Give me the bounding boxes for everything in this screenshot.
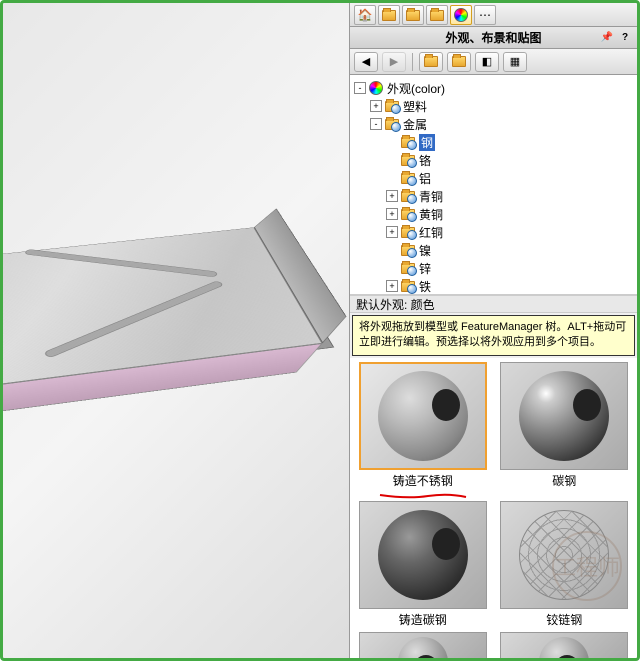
tree-plastic[interactable]: + 塑料 [352, 97, 635, 115]
expand-icon[interactable]: + [386, 190, 398, 202]
expand-icon[interactable]: + [386, 226, 398, 238]
panel-title: 外观、布景和贴图 [445, 29, 541, 46]
cad-model [3, 224, 349, 492]
folder-icon [401, 155, 415, 166]
swatch-carbon-steel[interactable]: 碳钢 [496, 362, 634, 497]
tab-config-icon[interactable] [426, 5, 448, 25]
tree-root-label: 外观(color) [387, 80, 445, 97]
tree-chrome[interactable]: 铬 [352, 151, 635, 169]
swatch-chain-steel[interactable]: 铰链钢 [496, 501, 634, 628]
tree-selected-label: 钢 [419, 134, 435, 151]
collapse-icon[interactable]: - [354, 82, 366, 94]
tab-home-icon[interactable]: 🏠 [354, 5, 376, 25]
swatch-grid: 铸造不锈钢 碳钢 铸造碳钢 铰链钢 [350, 358, 637, 658]
tab-appearance-icon[interactable] [450, 5, 472, 25]
appearance-panel: 🏠 ⋯ 外观、布景和贴图 📌 ? ◀ ▶ ◧ ▦ - 外观(color) + 塑… [349, 3, 637, 658]
folder-icon [401, 191, 415, 202]
drag-hint-tooltip: 将外观拖放到模型或 FeatureManager 树。ALT+拖动可立即进行编辑… [352, 315, 635, 356]
folder-icon [401, 137, 415, 148]
panel-tab-bar: 🏠 ⋯ [350, 3, 637, 27]
collapse-icon[interactable]: - [370, 118, 382, 130]
folder-icon [401, 209, 415, 220]
tree-copper[interactable]: + 红铜 [352, 223, 635, 241]
pin-icon[interactable]: 📌 [599, 31, 615, 45]
material-preview-icon [398, 637, 448, 658]
tab-history-icon[interactable] [402, 5, 424, 25]
nav-back-button[interactable]: ◀ [354, 52, 378, 72]
appearance-tree[interactable]: - 外观(color) + 塑料 - 金属 钢 铬 铝 [350, 75, 637, 295]
tree-nickel[interactable]: 镍 [352, 241, 635, 259]
swatch-cast-stainless[interactable]: 铸造不锈钢 [354, 362, 492, 497]
model-viewport[interactable] [3, 3, 349, 658]
folder-icon [401, 173, 415, 184]
tree-iron[interactable]: + 铁 [352, 277, 635, 295]
material-preview-icon [378, 510, 468, 600]
folder-icon [401, 227, 415, 238]
material-preview-icon [519, 371, 609, 461]
material-preview-icon [378, 371, 468, 461]
nav-fwd-button[interactable]: ▶ [382, 52, 406, 72]
tree-aluminum[interactable]: 铝 [352, 169, 635, 187]
folder-icon [385, 119, 399, 130]
default-appearance-section: 默认外观: 颜色 [350, 295, 637, 313]
expand-icon[interactable]: + [370, 100, 382, 112]
folder-icon [401, 245, 415, 256]
tree-steel[interactable]: 钢 [352, 133, 635, 151]
expand-icon[interactable]: + [386, 280, 398, 292]
material-preview-icon [519, 510, 609, 600]
view-icon[interactable] [419, 52, 443, 72]
help-icon[interactable]: ? [617, 31, 633, 45]
view4-icon[interactable]: ▦ [503, 52, 527, 72]
color-icon [369, 81, 383, 95]
panel-title-bar: 外观、布景和贴图 📌 ? [350, 27, 637, 49]
view3-icon[interactable]: ◧ [475, 52, 499, 72]
folder-icon [401, 263, 415, 274]
tab-more-icon[interactable]: ⋯ [474, 5, 496, 25]
tree-root[interactable]: - 外观(color) [352, 79, 635, 97]
view2-icon[interactable] [447, 52, 471, 72]
tree-zinc[interactable]: 锌 [352, 259, 635, 277]
tree-brass[interactable]: + 黄铜 [352, 205, 635, 223]
material-preview-icon [539, 637, 589, 658]
expand-icon[interactable]: + [386, 208, 398, 220]
annotation-underline [378, 489, 468, 497]
swatch-extra-1[interactable] [354, 632, 492, 658]
tree-metal[interactable]: - 金属 [352, 115, 635, 133]
tab-feature-icon[interactable] [378, 5, 400, 25]
tree-bronze[interactable]: + 青铜 [352, 187, 635, 205]
swatch-extra-2[interactable] [496, 632, 634, 658]
nav-toolbar: ◀ ▶ ◧ ▦ [350, 49, 637, 75]
folder-icon [385, 101, 399, 112]
swatch-cast-carbon[interactable]: 铸造碳钢 [354, 501, 492, 628]
folder-icon [401, 281, 415, 292]
